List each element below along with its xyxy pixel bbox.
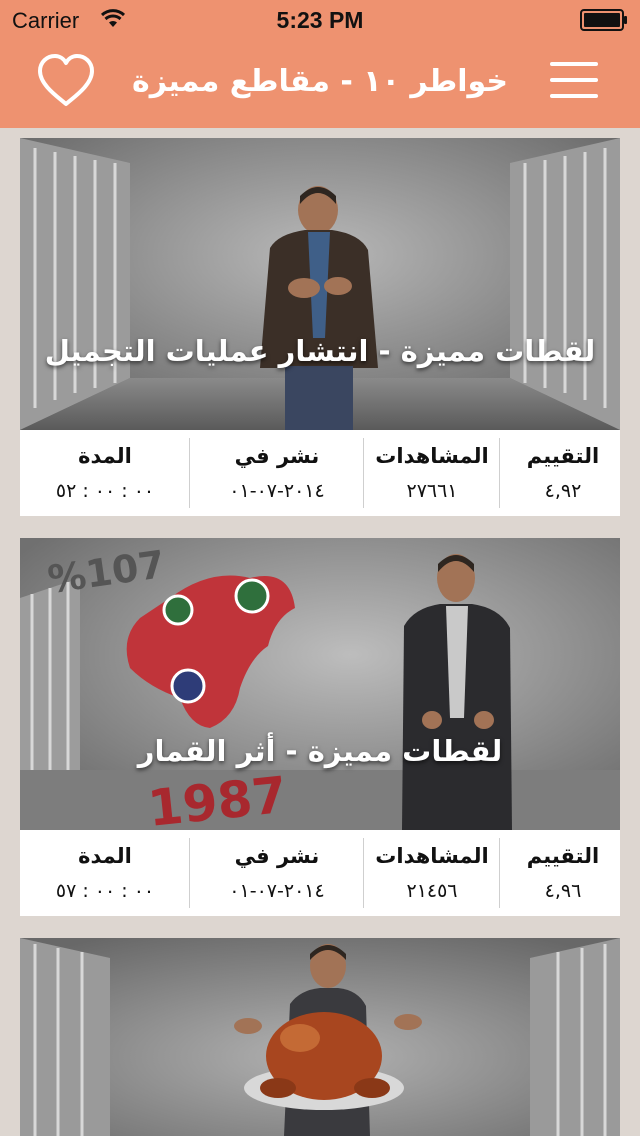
rating-stat: التقييم ٤,٩٢ — [506, 438, 620, 508]
published-value: ٢٠١٤-٠٧-٠١ — [229, 880, 325, 902]
video-stats: التقييم ٤,٩٦ المشاهدات ٢١٤٥٦ نشر في ٢٠١٤… — [20, 830, 620, 916]
status-bar: Carrier 5:23 PM — [0, 0, 640, 40]
duration-value: ٠٠ : ٠٠ : ٥٧ — [55, 880, 155, 902]
views-stat: المشاهدات ٢١٤٥٦ — [366, 838, 498, 908]
duration-label: المدة — [78, 844, 132, 868]
studio-scene-image — [20, 138, 620, 430]
video-card[interactable] — [20, 938, 620, 1136]
views-label: المشاهدات — [375, 844, 489, 868]
rating-value: ٤,٩٢ — [544, 480, 582, 502]
published-stat: نشر في ٢٠١٤-٠٧-٠١ — [192, 438, 362, 508]
clock: 5:23 PM — [276, 7, 364, 33]
views-value: ٢٧٦٦١ — [406, 480, 458, 502]
duration-label: المدة — [78, 444, 132, 468]
duration-stat: المدة ٠٠ : ٠٠ : ٥٧ — [22, 838, 188, 908]
rating-label: التقييم — [526, 844, 600, 868]
rating-stat: التقييم ٤,٩٦ — [506, 838, 620, 908]
divider — [363, 838, 364, 908]
video-stats: التقييم ٤,٩٢ المشاهدات ٢٧٦٦١ نشر في ٢٠١٤… — [20, 430, 620, 516]
divider — [499, 838, 500, 908]
battery-icon — [580, 9, 627, 31]
views-stat: المشاهدات ٢٧٦٦١ — [366, 438, 498, 508]
published-label: نشر في — [234, 444, 320, 468]
studio-scene-image — [20, 938, 620, 1136]
duration-value: ٠٠ : ٠٠ : ٥٢ — [55, 480, 155, 502]
video-title: لقطات مميزة - أثر القمار — [137, 734, 503, 768]
video-thumbnail[interactable] — [20, 938, 620, 1136]
video-card[interactable]: %107 1987 لقطات مميزة - أثر القمار التقي… — [20, 538, 620, 916]
menu-hamburger-icon[interactable] — [550, 58, 600, 102]
published-stat: نشر في ٢٠١٤-٠٧-٠١ — [192, 838, 362, 908]
divider — [499, 438, 500, 508]
duration-stat: المدة ٠٠ : ٠٠ : ٥٢ — [22, 438, 188, 508]
video-title: لقطات مميزة - انتشار عمليات التجميل — [44, 334, 596, 368]
views-label: المشاهدات — [375, 444, 489, 468]
page-title: خواطر ١٠ - مقاطع مميزة — [132, 64, 508, 99]
video-thumbnail[interactable]: لقطات مميزة - انتشار عمليات التجميل — [20, 138, 620, 430]
published-value: ٢٠١٤-٠٧-٠١ — [229, 480, 325, 502]
studio-scene-image: %107 1987 — [20, 538, 620, 830]
rating-value: ٤,٩٦ — [544, 880, 582, 902]
divider — [363, 438, 364, 508]
views-value: ٢١٤٥٦ — [406, 880, 458, 902]
published-label: نشر في — [234, 844, 320, 868]
divider — [189, 438, 190, 508]
video-thumbnail[interactable]: %107 1987 لقطات مميزة - أثر القمار — [20, 538, 620, 830]
rating-label: التقييم — [526, 444, 600, 468]
video-card[interactable]: لقطات مميزة - انتشار عمليات التجميل التق… — [20, 138, 620, 516]
navigation-bar: Carrier 5:23 PM خواطر ١٠ - مقاطع مميزة — [0, 0, 640, 128]
divider — [189, 838, 190, 908]
favorite-heart-icon[interactable] — [36, 52, 96, 108]
